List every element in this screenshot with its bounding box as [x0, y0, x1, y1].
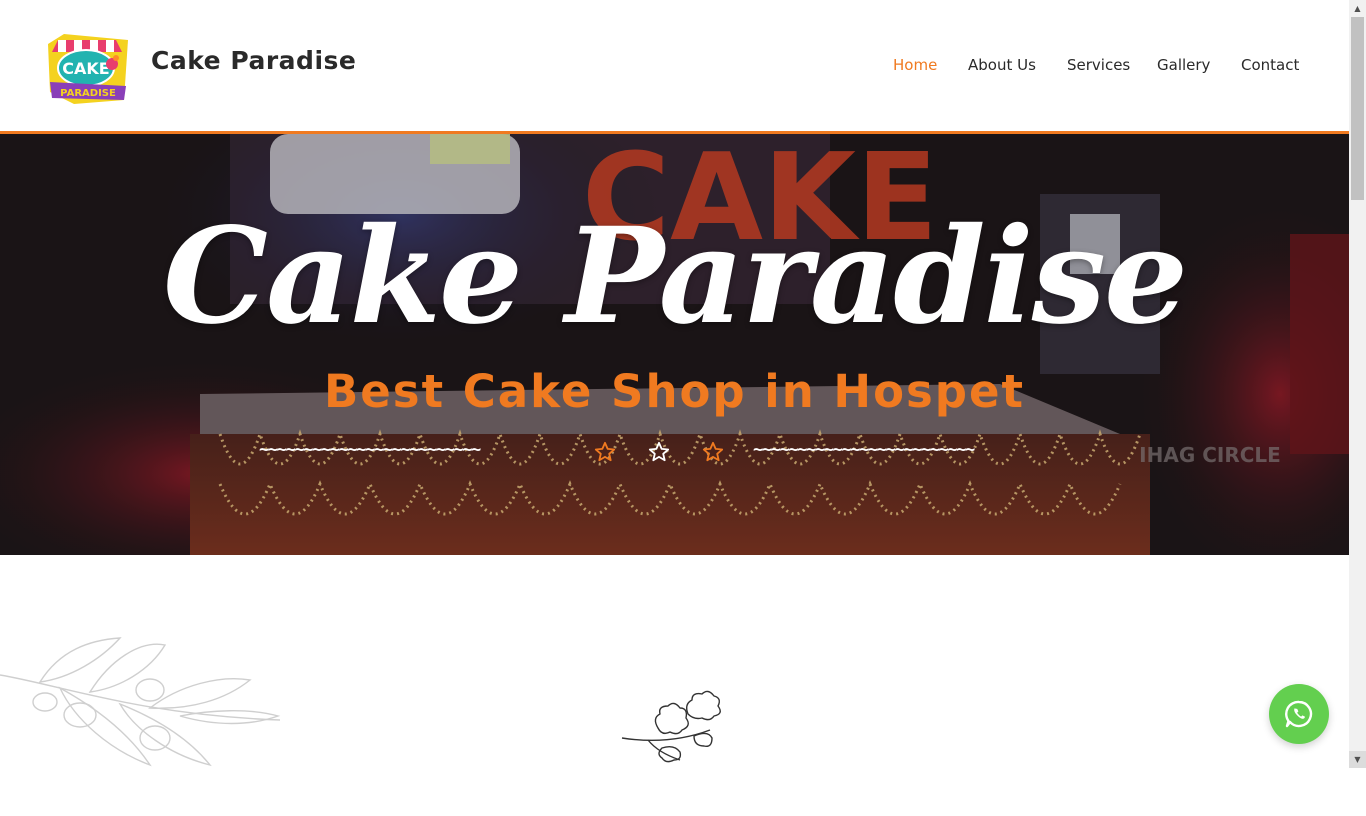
- nav-item-services[interactable]: Services: [1067, 56, 1130, 74]
- hero-banner: CAKE IHAG CIRCLE Cake Paradise Best Cake…: [0, 134, 1349, 555]
- scroll-up-arrow-icon[interactable]: ▲: [1349, 0, 1366, 17]
- nav-item-home[interactable]: Home: [893, 56, 937, 74]
- whatsapp-icon: [1285, 700, 1313, 728]
- nav-item-contact[interactable]: Contact: [1241, 56, 1299, 74]
- scroll-down-arrow-icon[interactable]: ▼: [1349, 751, 1366, 768]
- site-header: CAKE PARADISE Cake Paradise Home About U…: [0, 0, 1349, 134]
- whatsapp-button[interactable]: [1269, 684, 1329, 744]
- scrollbar-thumb[interactable]: [1351, 17, 1364, 200]
- svg-text:PARADISE: PARADISE: [60, 88, 116, 99]
- star-outline-icon: [648, 441, 670, 462]
- hero-divider: ~~~~~~~~~~~~~~~~~~~~~~~~~ ~~~~~~~~~~~~~~…: [0, 437, 1349, 467]
- leaf-sprig-icon: [621, 690, 721, 763]
- divider-tilde-left: ~~~~~~~~~~~~~~~~~~~~~~~~~: [259, 440, 481, 460]
- hero-subtitle: Best Cake Shop in Hospet: [323, 365, 1026, 418]
- nav-item-gallery[interactable]: Gallery: [1157, 56, 1210, 74]
- star-outline-icon: [594, 441, 616, 462]
- hero-title: Cake Paradise: [162, 199, 1188, 354]
- main-navigation: Home About Us Services Gallery Contact: [0, 56, 1349, 76]
- olive-branch-sketch: [0, 637, 281, 767]
- page-scrollbar[interactable]: ▲ ▼: [1349, 0, 1366, 768]
- nav-item-about-us[interactable]: About Us: [968, 56, 1036, 74]
- divider-tilde-right: ~~~~~~~~~~~~~~~~~~~~~~~~~: [753, 440, 975, 460]
- star-outline-icon: [702, 441, 724, 462]
